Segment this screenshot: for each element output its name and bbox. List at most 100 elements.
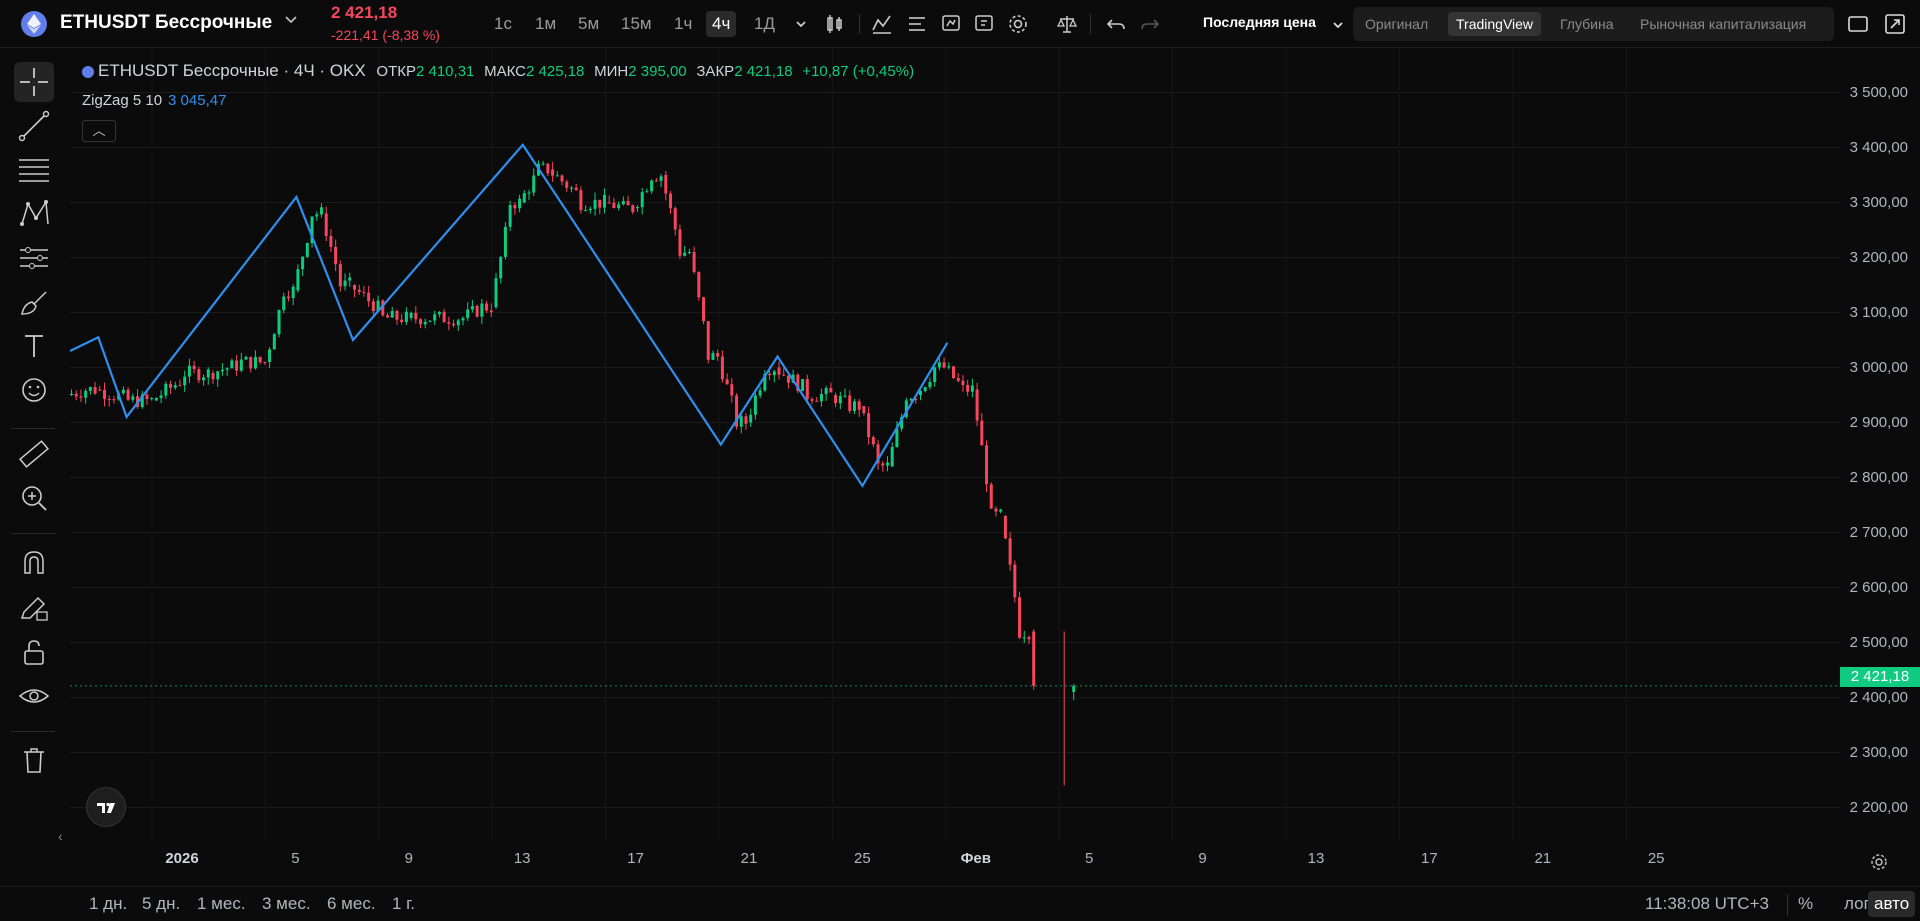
close-label: ЗАКР xyxy=(696,63,735,80)
range-6m[interactable]: 6 мес. xyxy=(327,894,376,914)
chevron-down-icon[interactable] xyxy=(1326,13,1350,37)
symbol-name[interactable]: ETHUSDT Бессрочные xyxy=(60,12,272,34)
zoom-in-icon[interactable] xyxy=(14,478,54,518)
fib-lines-icon[interactable] xyxy=(14,150,54,190)
candle-body xyxy=(386,315,390,318)
candle-body xyxy=(263,362,267,364)
candle-body xyxy=(499,256,503,279)
price-scale[interactable]: 3 500,00 3 400,00 3 300,00 3 200,00 3 100,00… xyxy=(1840,48,1920,840)
clock[interactable]: 11:38:08 UTC+3 xyxy=(1645,894,1769,914)
candle-body xyxy=(131,396,135,400)
candle-body xyxy=(70,393,73,395)
collapse-toolbar-icon[interactable]: ‹ xyxy=(58,828,63,844)
undo-icon[interactable] xyxy=(1104,12,1128,36)
candle-body xyxy=(296,269,300,291)
candle-body xyxy=(301,256,305,270)
candle-body xyxy=(857,401,861,410)
magnet-icon[interactable] xyxy=(14,543,54,583)
time-tick: 25 xyxy=(1647,850,1665,867)
fullscreen-icon[interactable] xyxy=(1883,12,1907,36)
candle-body xyxy=(527,192,531,194)
legend-collapse-button[interactable]: ︿ xyxy=(82,120,116,142)
chart-settings-icon[interactable] xyxy=(1868,851,1890,878)
trash-icon[interactable] xyxy=(14,740,54,780)
range-5d[interactable]: 5 дн. xyxy=(142,894,180,914)
range-1m[interactable]: 1 мес. xyxy=(197,894,246,914)
candle-body xyxy=(282,296,286,311)
candle-body xyxy=(409,312,413,318)
time-tick: 13 xyxy=(513,850,531,867)
ethereum-icon[interactable] xyxy=(21,11,47,37)
candle-body xyxy=(183,376,187,386)
time-scale[interactable]: 2026 5 9 13 17 21 25 Фев 5 9 13 17 21 25 xyxy=(70,850,1840,872)
ruler-icon[interactable] xyxy=(14,434,54,474)
tradingview-logo-icon[interactable] xyxy=(86,787,126,827)
candle-body xyxy=(801,379,805,391)
auto-scale-button[interactable]: авто xyxy=(1868,891,1916,917)
toolbar-divider xyxy=(859,14,860,34)
timeframe-15m[interactable]: 15м xyxy=(615,11,658,37)
timeframe-more-chevron-icon[interactable] xyxy=(789,12,813,36)
candle-body xyxy=(989,484,993,509)
time-tick: 21 xyxy=(1534,850,1552,867)
redo-icon[interactable] xyxy=(1138,12,1162,36)
timeframe-1s[interactable]: 1с xyxy=(488,11,518,37)
candle-body xyxy=(423,321,427,325)
candle-body xyxy=(928,381,932,388)
pattern-icon[interactable] xyxy=(14,194,54,234)
replay-icon[interactable] xyxy=(972,12,996,36)
candle-body xyxy=(739,416,743,427)
time-tick: 17 xyxy=(627,850,644,867)
range-1d[interactable]: 1 дн. xyxy=(89,894,127,914)
candle-body xyxy=(612,202,616,208)
candle-body xyxy=(452,323,456,326)
price-tick: 3 300,00 xyxy=(1849,193,1908,211)
timeframe-5m[interactable]: 5м xyxy=(572,11,605,37)
time-tick: 17 xyxy=(1421,850,1438,867)
trendline-icon[interactable] xyxy=(14,106,54,146)
brush-icon[interactable] xyxy=(14,282,54,322)
candle-body xyxy=(782,374,786,376)
compare-scales-icon[interactable] xyxy=(1055,12,1079,36)
candle-body xyxy=(744,416,748,424)
text-icon[interactable] xyxy=(14,326,54,366)
candle-body xyxy=(824,388,828,395)
candle-body xyxy=(126,389,130,400)
candle-body xyxy=(683,252,687,256)
candle-body xyxy=(772,371,776,376)
unlock-icon[interactable] xyxy=(14,632,54,672)
range-3m[interactable]: 3 мес. xyxy=(262,894,311,914)
candle-body xyxy=(678,229,682,256)
tab-original[interactable]: Оригинал xyxy=(1357,12,1436,36)
candle-body xyxy=(154,398,158,401)
candle-body xyxy=(650,180,654,192)
templates-icon[interactable] xyxy=(905,12,929,36)
timeframe-1h[interactable]: 1ч xyxy=(668,11,698,37)
range-1y[interactable]: 1 г. xyxy=(392,894,415,914)
timeframe-1m[interactable]: 1м xyxy=(529,11,562,37)
tab-depth[interactable]: Глубина xyxy=(1552,12,1621,36)
time-tick: 9 xyxy=(404,850,413,867)
window-icon[interactable] xyxy=(1846,12,1870,36)
candle-body xyxy=(494,278,498,307)
timeframe-4h[interactable]: 4ч xyxy=(706,11,737,37)
price-chart[interactable] xyxy=(70,48,1840,840)
lock-draw-icon[interactable] xyxy=(14,588,54,628)
tab-tradingview[interactable]: TradingView xyxy=(1448,12,1542,36)
price-type-select[interactable]: Последняя цена xyxy=(1203,14,1316,30)
forecast-icon[interactable] xyxy=(14,238,54,278)
candle-body xyxy=(230,360,234,369)
tab-market-cap[interactable]: Рыночная капитализация xyxy=(1632,12,1814,36)
timeframe-1d[interactable]: 1Д xyxy=(748,11,781,37)
eye-icon[interactable] xyxy=(14,676,54,716)
settings-gear-icon[interactable] xyxy=(1006,12,1030,36)
candle-body xyxy=(1072,685,1076,692)
crosshair-icon[interactable] xyxy=(14,62,54,102)
candles-type-icon[interactable] xyxy=(823,12,847,36)
emoji-icon[interactable] xyxy=(14,370,54,410)
indicator-legend[interactable]: ZigZag 5 10 3 045,47 xyxy=(82,92,226,109)
chevron-down-icon[interactable] xyxy=(284,12,298,29)
percent-scale-button[interactable]: % xyxy=(1792,891,1819,917)
indicators-icon[interactable] xyxy=(870,12,894,36)
alert-icon[interactable] xyxy=(939,12,963,36)
